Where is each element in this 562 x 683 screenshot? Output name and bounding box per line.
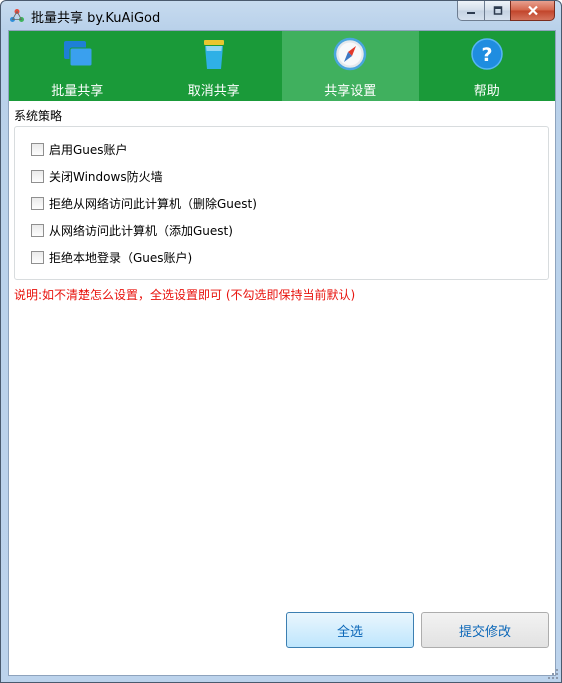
option-allow-network-access[interactable]: 从网络访问此计算机（添加Guest)	[31, 221, 233, 239]
resize-grip-icon[interactable]	[548, 669, 558, 679]
policy-options-group: 启用Gues账户 关闭Windows防火墙 拒绝从网络访问此计算机（删除Gues…	[14, 126, 549, 280]
tab-share-settings[interactable]: 共享设置	[282, 31, 419, 101]
option-deny-local-logon[interactable]: 拒绝本地登录（Gues账户)	[31, 248, 192, 266]
windows-tiles-icon	[64, 41, 93, 67]
tab-batch-share[interactable]: 批量共享	[9, 31, 146, 101]
option-label: 拒绝从网络访问此计算机（删除Guest)	[49, 196, 257, 211]
recycle-bin-icon	[203, 40, 224, 69]
option-disable-firewall[interactable]: 关闭Windows防火墙	[31, 167, 163, 185]
option-label: 启用Gues账户	[49, 142, 128, 157]
tab-label: 批量共享	[51, 84, 104, 99]
checkbox[interactable]	[31, 142, 44, 156]
close-icon	[527, 5, 538, 16]
tab-cancel-share[interactable]: 取消共享	[146, 31, 283, 101]
close-button[interactable]	[510, 1, 555, 21]
help-question-icon: ?	[471, 38, 503, 70]
tab-label: 取消共享	[187, 84, 240, 99]
compass-icon	[334, 37, 367, 71]
checkbox[interactable]	[31, 223, 44, 237]
maximize-button[interactable]	[484, 1, 510, 21]
checkbox[interactable]	[31, 196, 44, 210]
client-area: 批量共享 取消共享 共享设置 ? 帮助 系统策略 启用Gues账户 关闭Wind…	[8, 30, 556, 676]
tab-bar: 批量共享 取消共享 共享设置 ? 帮助	[9, 31, 555, 101]
title-bar[interactable]: 批量共享 by.KuAiGod	[1, 1, 561, 30]
option-label: 从网络访问此计算机（添加Guest)	[49, 223, 233, 238]
submit-changes-button[interactable]: 提交修改	[421, 612, 549, 648]
tab-label: 共享设置	[324, 84, 377, 99]
select-all-button[interactable]: 全选	[286, 612, 414, 648]
option-deny-network-access[interactable]: 拒绝从网络访问此计算机（删除Guest)	[31, 194, 257, 212]
option-label: 拒绝本地登录（Gues账户)	[49, 250, 193, 265]
tab-label: 帮助	[473, 84, 500, 99]
window-title: 批量共享 by.KuAiGod	[31, 11, 161, 26]
minimize-button[interactable]	[457, 1, 484, 21]
svg-text:?: ?	[481, 44, 492, 66]
window-controls	[457, 1, 555, 21]
policy-section-title: 系统策略	[14, 109, 63, 123]
maximize-icon	[493, 6, 502, 15]
minimize-icon	[467, 11, 475, 14]
app-share-icon	[10, 9, 24, 22]
app-window: 批量共享 by.KuAiGod 批量共享 取消共享 共享设置 ? 帮助 系统策略…	[0, 0, 562, 683]
option-enable-guest[interactable]: 启用Gues账户	[31, 140, 128, 158]
option-label: 关闭Windows防火墙	[49, 169, 163, 184]
tab-help[interactable]: ? 帮助	[419, 31, 556, 101]
checkbox[interactable]	[31, 169, 44, 183]
settings-note: 说明:如不清楚怎么设置，全选设置即可 (不勾选即保持当前默认)	[14, 288, 356, 302]
checkbox[interactable]	[31, 250, 44, 264]
